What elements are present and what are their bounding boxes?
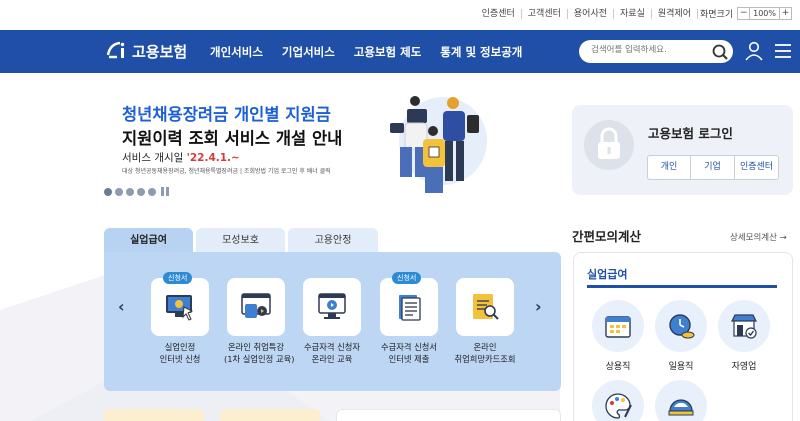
login-card: 고용보험 로그인 개인 기업 인증센터 [572, 105, 793, 195]
logo-mark-icon [106, 41, 125, 59]
calc-item-daily-worker[interactable]: 일용직 [655, 300, 707, 372]
helmet-icon [668, 399, 694, 416]
calc-icon-circle [592, 380, 644, 421]
carousel-prev-icon[interactable]: ‹ [118, 297, 125, 316]
calc-tab-unemployment[interactable]: 실업급여 [587, 266, 627, 282]
search-icon[interactable] [711, 43, 729, 61]
tab-maternity[interactable]: 모성보호 [196, 228, 285, 253]
document-icon [399, 295, 421, 321]
detailed-calc-link[interactable]: 상세모의계산 → [730, 231, 787, 243]
zoom-label: 화면크기 [700, 10, 734, 20]
utility-links: 인증센터 고객센터 용어사전 자료실 원격제어 화면크기 − 100% + [476, 7, 792, 20]
calc-section-title: 간편모의계산 [572, 229, 642, 244]
calc-item-label: 상용직 [605, 362, 631, 372]
banner-title-line1[interactable]: 청년채용장려금 개인별 지원금 [122, 101, 331, 125]
calc-tab-underline [587, 285, 777, 288]
bottom-card-2 [220, 409, 320, 421]
banner-pause-icon[interactable] [161, 187, 171, 196]
building-calendar-icon [605, 316, 631, 338]
nav-insurance-system[interactable]: 고용보험 제도 [354, 44, 421, 60]
service-item-online-lecture[interactable]: 온라인 취업특강 (1차 실업인정 교육) [224, 278, 295, 365]
util-link-glossary[interactable]: 용어사전 [568, 8, 615, 19]
store-icon [731, 314, 757, 339]
site-logo[interactable]: 고용보험 [104, 39, 187, 63]
util-link-customer[interactable]: 고객센터 [522, 8, 568, 19]
banner-detail: 대상 청년공동채용장려금, 청년채용특별장려금 | 조회방법 기업 로그인 후 … [122, 168, 331, 175]
hamburger-menu-icon[interactable] [774, 42, 792, 60]
service-card: 신청서 [151, 272, 209, 336]
calc-item-label: 자영업 [731, 362, 757, 372]
calc-item-artist[interactable] [592, 380, 644, 421]
service-card: 신청서 [380, 272, 438, 336]
user-icon[interactable] [744, 41, 764, 61]
calc-item-label: 일용직 [668, 362, 694, 372]
calc-icon-circle [655, 300, 707, 352]
banner-service-date: 서비스 개시일 '22.4.1.~ [122, 150, 240, 165]
calc-icon-circle [718, 300, 770, 352]
zoom-value: 100% [750, 7, 779, 20]
banner-illustration [390, 96, 487, 193]
tab-employment-stability[interactable]: 고용안정 [288, 228, 378, 253]
service-card [303, 278, 361, 336]
util-link-remote[interactable]: 원격제어 [652, 8, 698, 19]
play-monitor-icon [318, 293, 346, 319]
banner-dot-4[interactable] [137, 187, 145, 196]
service-label: 수급자격 신청서 인터넷 제출 [380, 342, 438, 364]
service-label: 온라인 취업희망카드조회 [454, 342, 516, 364]
tab-unemployment[interactable]: 실업급여 [104, 228, 193, 253]
login-personal-button[interactable]: 개인 [647, 155, 691, 180]
util-link-cert[interactable]: 인증센터 [476, 8, 522, 19]
login-title: 고용보험 로그인 [648, 126, 733, 141]
zoom-control: 화면크기 − 100% + [700, 7, 792, 20]
util-link-archive[interactable]: 자료실 [614, 8, 652, 19]
calc-item-special-worker[interactable] [655, 380, 707, 421]
carousel-next-icon[interactable]: › [535, 297, 542, 316]
bottom-card-3 [336, 409, 561, 421]
login-buttons: 개인 기업 인증센터 [647, 155, 779, 180]
service-label: 실업인정 인터넷 신청 [159, 342, 201, 364]
global-nav: 개인서비스 기업서비스 고용보험 제도 통계 및 정보공개 [210, 44, 541, 60]
service-card [227, 278, 285, 336]
main-header: 고용보험 개인서비스 기업서비스 고용보험 제도 통계 및 정보공개 [0, 30, 800, 73]
application-badge: 신청서 [392, 272, 422, 284]
palette-icon [605, 393, 632, 419]
nav-statistics[interactable]: 통계 및 정보공개 [440, 44, 522, 60]
nav-business[interactable]: 기업서비스 [282, 44, 335, 60]
search-box [579, 40, 733, 63]
calc-item-self-employed[interactable]: 자영업 [718, 300, 770, 372]
service-item-unemployment-claim[interactable]: 신청서 실업인정 인터넷 신청 [148, 272, 212, 365]
search-input[interactable] [591, 45, 709, 55]
zoom-in-button[interactable]: + [779, 7, 792, 20]
banner-dot-5[interactable] [148, 187, 156, 196]
calc-icon-circle [592, 300, 644, 352]
banner-dot-1[interactable] [104, 187, 112, 196]
clock-coin-icon [669, 314, 695, 339]
banner-pagination [104, 187, 171, 196]
lock-icon [584, 120, 634, 170]
banner-title-line2[interactable]: 지원이력 조회 서비스 개설 안내 [122, 125, 342, 149]
monitor-click-icon [166, 295, 194, 321]
login-cert-button[interactable]: 인증센터 [735, 155, 779, 180]
card-search-icon [473, 294, 499, 320]
login-business-button[interactable]: 기업 [691, 155, 735, 180]
utility-bar: 인증센터 고객센터 용어사전 자료실 원격제어 화면크기 − 100% + [0, 0, 800, 30]
nav-personal[interactable]: 개인서비스 [210, 44, 263, 60]
logo-text: 고용보험 [132, 42, 188, 61]
service-card [456, 278, 514, 336]
video-lecture-icon [241, 293, 271, 318]
banner-dot-2[interactable] [115, 187, 123, 196]
banner-date-label: 서비스 개시일 [122, 152, 187, 164]
application-badge: 신청서 [163, 272, 193, 284]
service-item-eligibility-submit[interactable]: 신청서 수급자격 신청서 인터넷 제출 [377, 272, 441, 365]
banner-date-value: '22.4.1.~ [186, 152, 240, 164]
bottom-card-1 [104, 409, 204, 421]
zoom-out-button[interactable]: − [737, 7, 751, 20]
service-label: 수급자격 신청자 온라인 교육 [303, 342, 361, 364]
service-label: 온라인 취업특강 (1차 실업인정 교육) [224, 342, 295, 364]
service-item-job-card-lookup[interactable]: 온라인 취업희망카드조회 [453, 278, 517, 365]
calc-icon-circle [655, 380, 707, 421]
calc-item-regular-worker[interactable]: 상용직 [592, 300, 644, 372]
banner-dot-3[interactable] [126, 187, 134, 196]
service-item-online-education[interactable]: 수급자격 신청자 온라인 교육 [300, 278, 364, 365]
